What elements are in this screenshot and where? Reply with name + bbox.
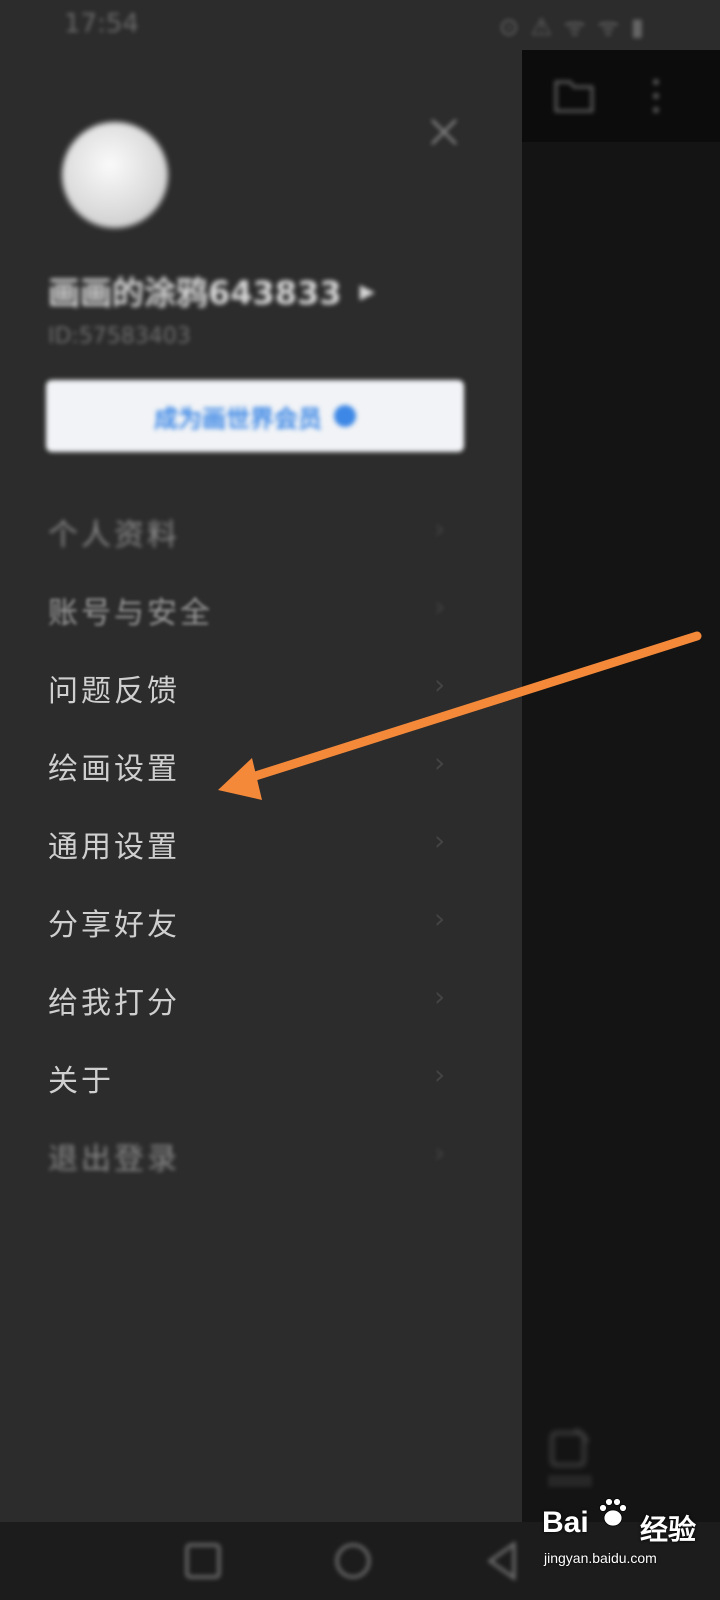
menu-item-label: 问题反馈: [48, 674, 180, 709]
menu-item-label: 账号与安全: [48, 596, 213, 631]
avatar[interactable]: [62, 122, 168, 228]
caret-right-icon: ▶: [359, 279, 375, 303]
more-vertical-icon[interactable]: [648, 76, 664, 116]
username: 画画的涂鸦643833: [48, 274, 342, 312]
menu-item-drawing-settings[interactable]: 绘画设置 ›: [0, 732, 522, 796]
side-drawer: 画画的涂鸦643833 ▶ ID:57583403 成为画世界会员 个人资料 ›…: [0, 50, 522, 1522]
create-icon[interactable]: [548, 1425, 592, 1469]
menu-item-about[interactable]: 关于 ›: [0, 1044, 522, 1108]
menu-item-general-settings[interactable]: 通用设置 ›: [0, 810, 522, 874]
menu-item-label: 通用设置: [48, 830, 180, 865]
menu-item-profile[interactable]: 个人资料 ›: [0, 498, 522, 562]
username-row[interactable]: 画画的涂鸦643833 ▶: [48, 268, 375, 314]
chevron-right-icon: ›: [434, 512, 446, 545]
folder-icon[interactable]: [552, 76, 596, 116]
vip-button[interactable]: 成为画世界会员: [46, 380, 464, 452]
status-bar: 17:54 ⊙ ⚠ ᯤ ᯤ ▮: [0, 0, 720, 50]
menu-item-label: 绘画设置: [48, 752, 180, 787]
chevron-right-icon: ›: [434, 746, 446, 779]
status-time: 17:54: [64, 9, 139, 39]
home-icon[interactable]: [328, 1536, 378, 1586]
menu-item-account-security[interactable]: 账号与安全 ›: [0, 576, 522, 640]
menu-item-logout[interactable]: 退出登录 ›: [0, 1122, 522, 1186]
close-icon[interactable]: [422, 110, 466, 154]
menu-item-label: 给我打分: [48, 986, 180, 1021]
recent-apps-icon[interactable]: [178, 1536, 228, 1586]
paw-icon: [599, 1498, 627, 1527]
status-icons: ⊙ ⚠ ᯤ ᯤ ▮: [498, 13, 646, 41]
menu-item-rate[interactable]: 给我打分 ›: [0, 966, 522, 1030]
chevron-right-icon: ›: [434, 980, 446, 1013]
main-toolbar: [522, 50, 720, 142]
menu-item-share[interactable]: 分享好友 ›: [0, 888, 522, 952]
menu-item-label: 退出登录: [48, 1142, 180, 1177]
vip-badge-icon: [334, 405, 356, 427]
user-id: ID:57583403: [48, 324, 191, 349]
vip-button-label: 成为画世界会员: [154, 404, 322, 433]
chevron-right-icon: ›: [434, 668, 446, 701]
create-label: [548, 1475, 592, 1487]
chevron-right-icon: ›: [434, 1058, 446, 1091]
menu-item-label: 分享好友: [48, 908, 180, 943]
menu-item-feedback[interactable]: 问题反馈 ›: [0, 654, 522, 718]
watermark-url: jingyan.baidu.com: [544, 1550, 657, 1566]
menu-item-label: 个人资料: [48, 518, 180, 553]
menu-item-label: 关于: [48, 1064, 114, 1099]
chevron-right-icon: ›: [434, 1136, 446, 1169]
watermark-brand: Bai: [542, 1506, 589, 1539]
back-icon[interactable]: [478, 1536, 528, 1586]
watermark: Bai 经验 jingyan.baidu.com: [540, 1488, 710, 1588]
watermark-subtitle: 经验: [640, 1513, 697, 1546]
chevron-right-icon: ›: [434, 590, 446, 623]
chevron-right-icon: ›: [434, 902, 446, 935]
chevron-right-icon: ›: [434, 824, 446, 857]
